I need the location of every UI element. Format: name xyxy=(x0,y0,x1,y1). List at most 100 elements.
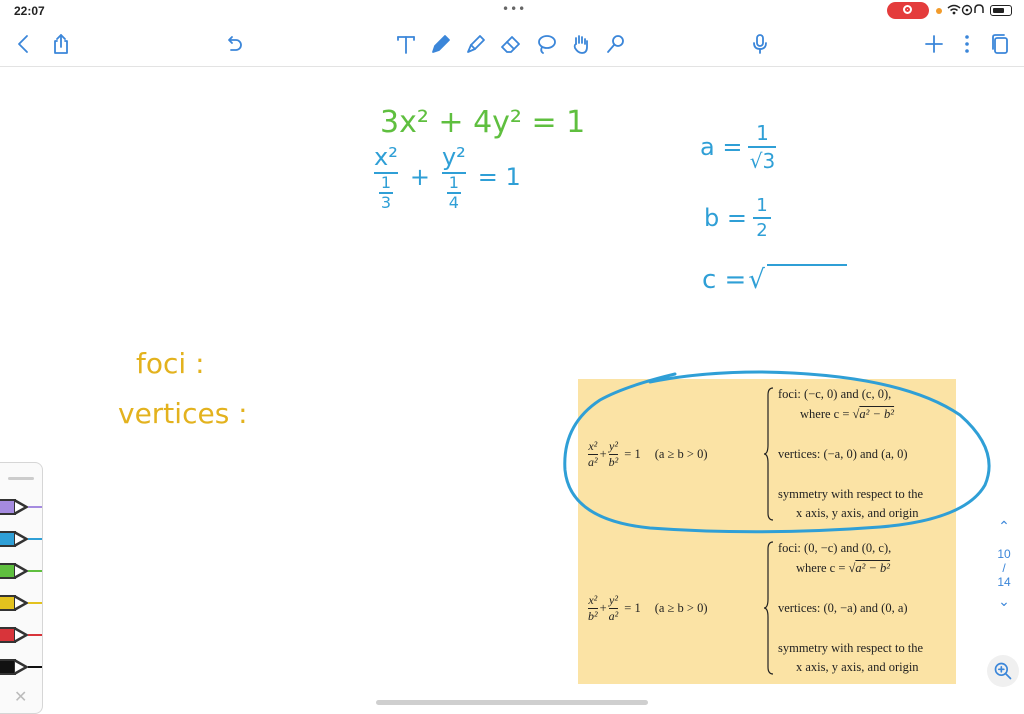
label-vertices: vertices : xyxy=(118,397,248,430)
red-pen[interactable] xyxy=(0,625,42,647)
wifi-icon xyxy=(946,3,986,20)
fraction-x-numerator: x² xyxy=(374,143,398,171)
microphone-icon xyxy=(753,34,767,54)
mic-in-use-indicator xyxy=(936,8,942,14)
fraction-y-den-num: 1 xyxy=(448,173,459,192)
status-time: 22:07 xyxy=(14,4,45,18)
table-row-horizontal: x² a² + y² b² = 1 (a ≥ b > 0) foci: (−c, 0… xyxy=(578,379,956,529)
value-a-numerator: 1 xyxy=(756,121,769,145)
pen-tool-button[interactable] xyxy=(427,30,455,58)
row1-where-text: where c = √ xyxy=(800,407,860,421)
fraction-y-numerator: y² xyxy=(441,143,466,171)
value-c: c = √ xyxy=(702,264,847,295)
ellipse-properties-table: x² a² + y² b² = 1 (a ≥ b > 0) foci: (−c, 0… xyxy=(578,379,956,684)
row1-condition: (a ≥ b > 0) xyxy=(654,446,708,461)
plus-sign: + xyxy=(409,162,430,191)
home-indicator[interactable] xyxy=(376,700,648,705)
row1-den1: a² xyxy=(588,454,598,469)
lasso-tool-button[interactable] xyxy=(532,30,560,58)
undo-button[interactable] xyxy=(220,30,248,58)
row2-properties: foci: (0, −c) and (0, c), where c = √a² … xyxy=(778,533,950,683)
row1-brace xyxy=(764,387,774,521)
pen-tray[interactable]: ✕ xyxy=(0,462,43,714)
share-button[interactable] xyxy=(47,30,75,58)
row1-symmetry-2: x axis, y axis, and origin xyxy=(796,506,919,520)
row2-symmetry-2: x axis, y axis, and origin xyxy=(796,660,919,674)
row1-plus: + xyxy=(599,446,607,461)
page-down-icon[interactable]: ⌄ xyxy=(990,593,1018,610)
more-options-button[interactable] xyxy=(953,30,981,58)
page-separator: / xyxy=(1002,561,1006,575)
row2-num1: x² xyxy=(588,592,598,607)
toolbar xyxy=(0,22,1024,67)
value-a-fraction: 1 √3 xyxy=(748,121,777,173)
hand-icon xyxy=(573,35,588,54)
multitasking-dots-icon[interactable]: ••• xyxy=(502,2,526,16)
blue-pen[interactable] xyxy=(0,529,42,551)
screen-record-indicator[interactable] xyxy=(887,2,929,19)
row2-plus: + xyxy=(599,600,607,615)
highlighter-icon xyxy=(467,35,485,53)
value-c-sqrt: √ xyxy=(748,265,765,295)
row2-brace xyxy=(764,541,774,675)
row2-where-text: where c = √ xyxy=(796,561,856,575)
value-c-radical-bar xyxy=(766,264,847,266)
row1-symmetry-1: symmetry with respect to the xyxy=(778,487,924,501)
row2-condition: (a ≥ b > 0) xyxy=(654,600,708,615)
battery-icon xyxy=(990,5,1012,16)
text-icon xyxy=(397,36,415,54)
pages-icon xyxy=(992,34,1008,54)
green-pen[interactable] xyxy=(0,561,42,583)
plus-icon xyxy=(925,35,943,53)
row1-where-radicand: a² − b² xyxy=(859,407,895,421)
row2-num2: y² xyxy=(609,592,618,607)
equation-rhs: = 1 xyxy=(477,162,521,191)
fraction-x-den-den: 3 xyxy=(380,192,391,212)
table-row-2-equation: x² b² + y² a² = 1 (a ≥ b > 0) xyxy=(586,533,708,683)
value-b: b = 1 2 xyxy=(704,195,771,241)
microphone-button[interactable] xyxy=(746,30,774,58)
more-vertical-icon xyxy=(965,35,969,53)
undo-icon xyxy=(228,36,242,51)
value-b-fraction: 1 2 xyxy=(752,195,771,241)
page-total: 14 xyxy=(997,575,1011,589)
row1-foci: foci: (−c, 0) and (c, 0), xyxy=(778,387,892,401)
yellow-pen[interactable] xyxy=(0,593,42,615)
eraser-icon xyxy=(501,36,520,53)
value-b-numerator: 1 xyxy=(756,195,768,216)
value-a: a = 1 √3 xyxy=(700,121,777,173)
value-a-denominator: √3 xyxy=(749,149,776,173)
highlighter-tool-button[interactable] xyxy=(462,30,490,58)
hand-tool-button[interactable] xyxy=(567,30,595,58)
page-indicator: ⌃ 10 / 14 ⌄ xyxy=(990,518,1018,610)
zoom-button[interactable] xyxy=(987,655,1019,687)
tray-grip-handle[interactable] xyxy=(8,477,34,480)
row1-vertices: vertices: (−a, 0) and (a, 0) xyxy=(778,447,908,461)
pen-icon xyxy=(432,35,450,53)
eraser-tool-button[interactable] xyxy=(497,30,525,58)
purple-pen[interactable] xyxy=(0,497,42,519)
pages-overview-button[interactable] xyxy=(986,30,1014,58)
laser-pointer-button[interactable] xyxy=(602,30,630,58)
label-foci: foci : xyxy=(136,347,205,380)
row1-properties: foci: (−c, 0) and (c, 0), where c = √a² … xyxy=(778,379,950,529)
table-row-vertical: x² b² + y² a² = 1 (a ≥ b > 0) foci: (0, −c… xyxy=(578,533,956,683)
note-canvas[interactable]: 3x² + 4y² = 1 x² 1 3 + y² 1 4 = 1 a = 1 … xyxy=(0,67,1024,712)
page-up-icon[interactable]: ⌃ xyxy=(990,518,1018,535)
equation-original: 3x² + 4y² = 1 xyxy=(380,105,586,140)
share-icon xyxy=(54,34,68,54)
close-tray-icon[interactable]: ✕ xyxy=(14,687,27,706)
fraction-x-den-num: 1 xyxy=(380,173,391,192)
row2-den1: b² xyxy=(588,608,598,623)
laser-icon xyxy=(607,35,624,53)
back-button[interactable] xyxy=(10,30,38,58)
text-tool-button[interactable] xyxy=(392,30,420,58)
add-page-button[interactable] xyxy=(920,30,948,58)
row1-num1: x² xyxy=(588,438,598,453)
black-pen[interactable] xyxy=(0,657,42,679)
zoom-in-icon xyxy=(994,662,1012,680)
equation-standard-form: x² 1 3 + y² 1 4 = 1 xyxy=(374,143,521,211)
row2-symmetry-1: symmetry with respect to the xyxy=(778,641,924,655)
row1-rhs: = 1 xyxy=(624,446,641,461)
row2-where-radicand: a² − b² xyxy=(855,561,891,575)
